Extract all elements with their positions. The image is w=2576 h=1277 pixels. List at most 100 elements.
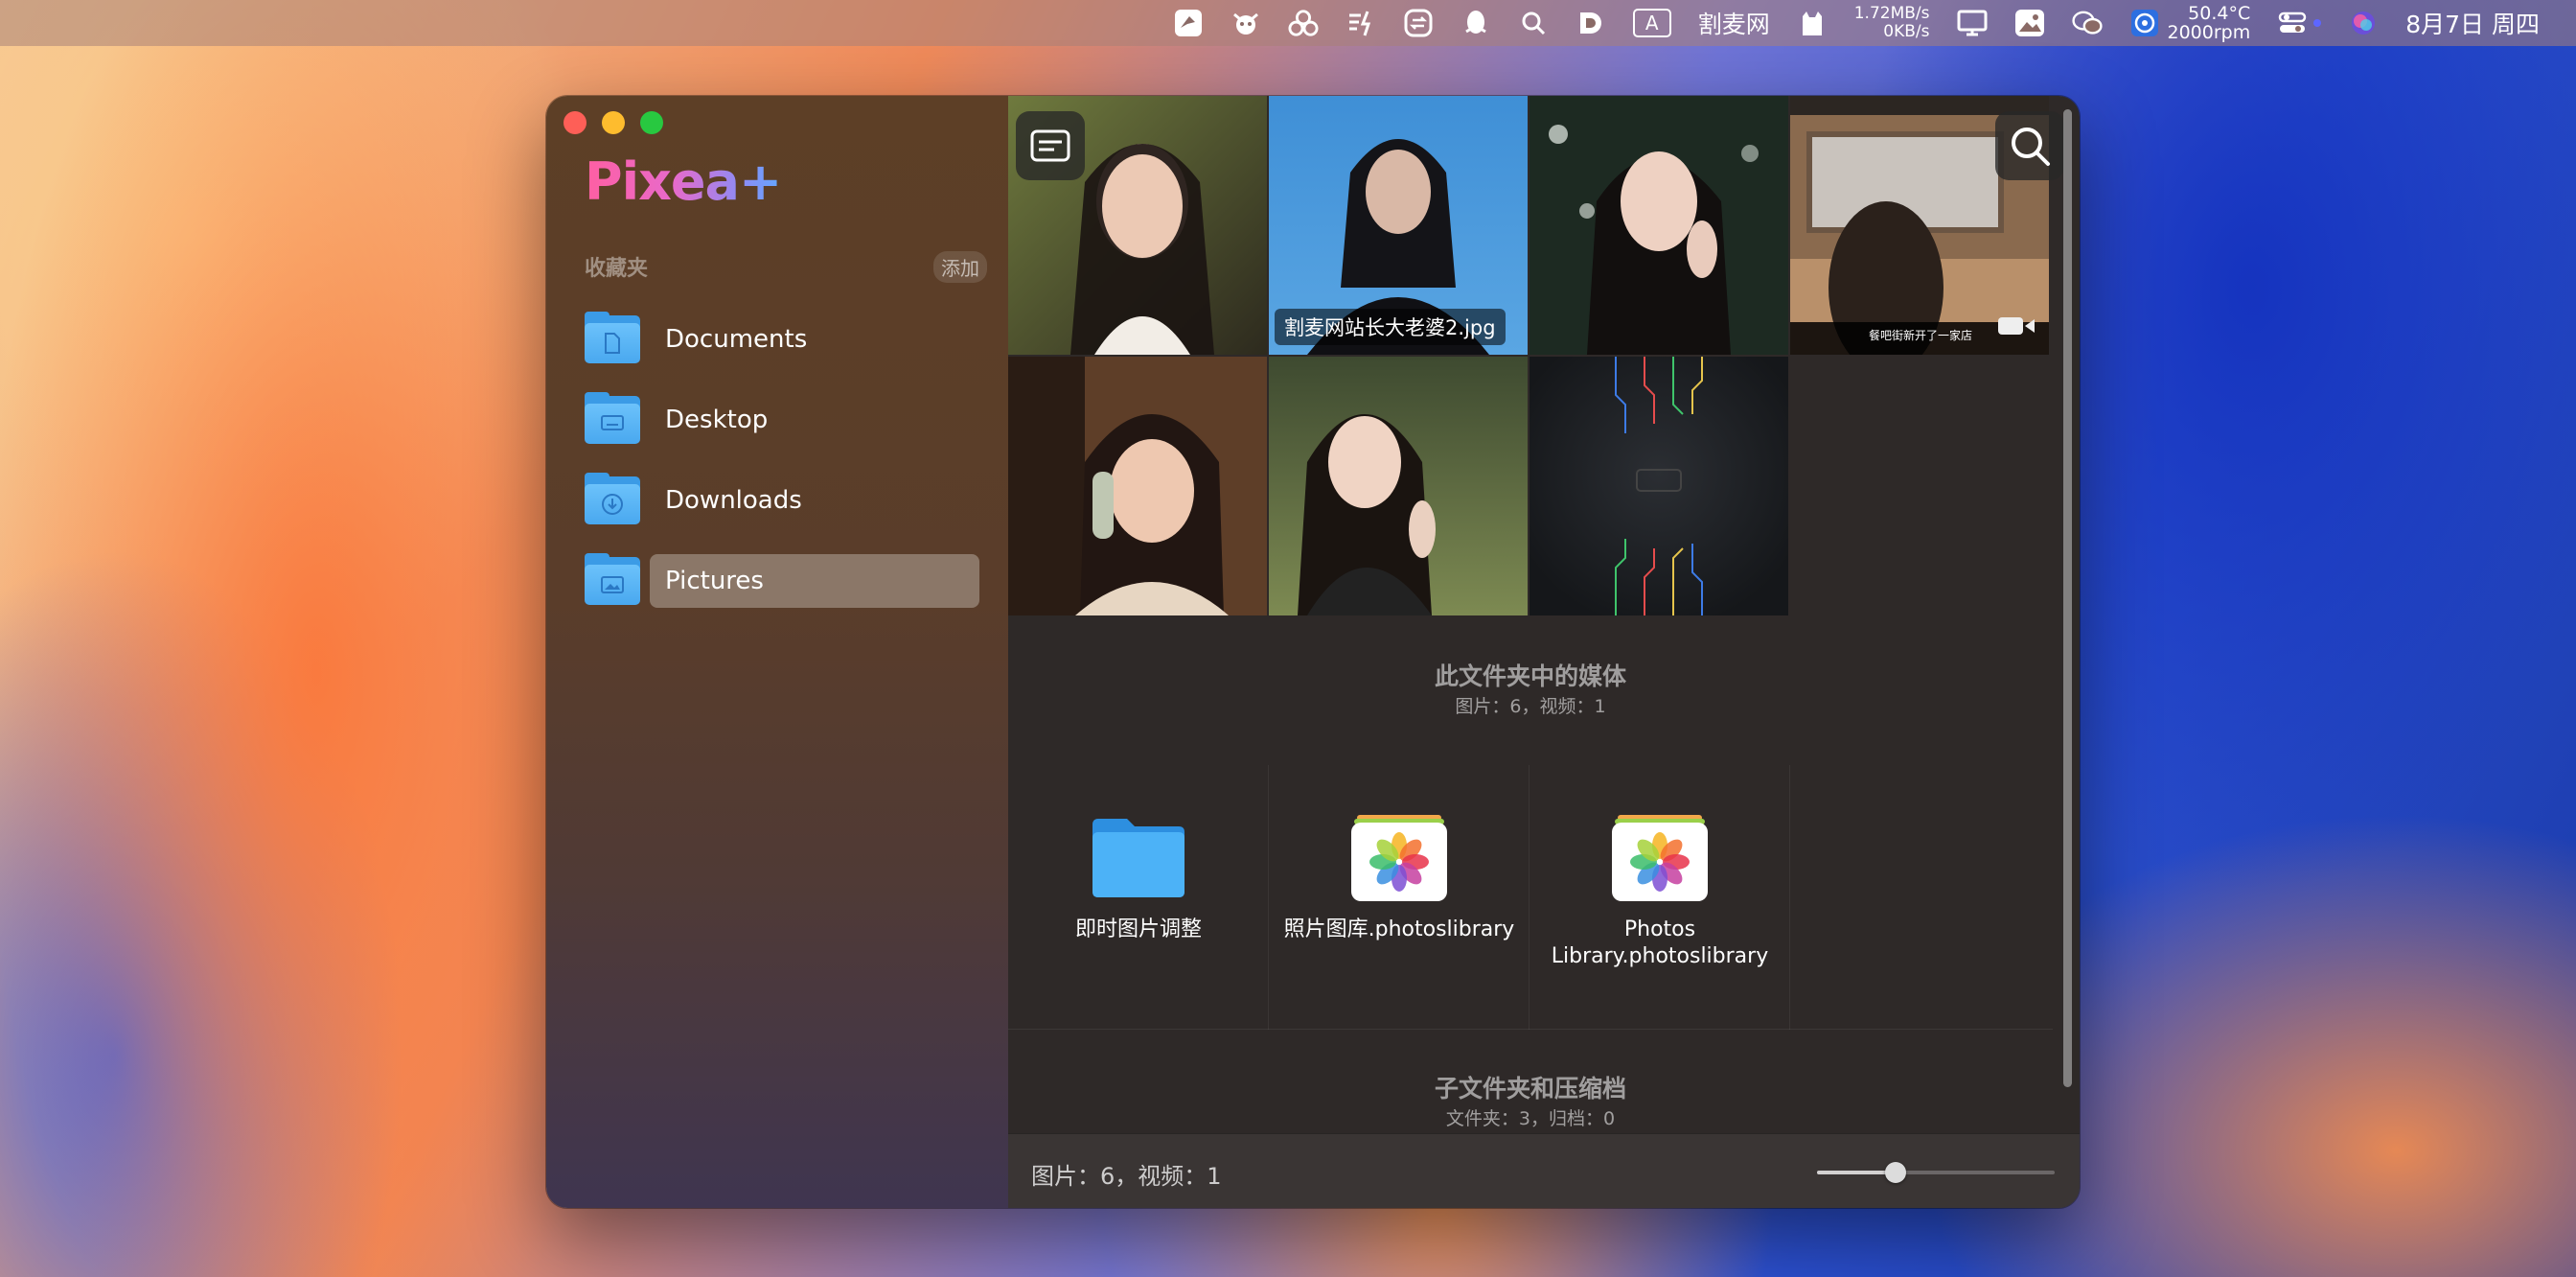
menubar-network-speed[interactable]: 1.72MB/s 0KB/s bbox=[1841, 0, 1944, 46]
menubar-app-icon-7[interactable] bbox=[1562, 0, 1620, 46]
menubar-clock[interactable]: 8月7日 周四 bbox=[2392, 0, 2553, 46]
folder-icon bbox=[585, 553, 640, 605]
folder-icon bbox=[585, 473, 640, 524]
net-up: 1.72MB/s bbox=[1853, 4, 1930, 23]
subfolder-name: 即时图片调整 bbox=[1074, 917, 1202, 941]
zoom-button[interactable] bbox=[640, 111, 663, 134]
menubar-app-icon-6[interactable] bbox=[1447, 0, 1505, 46]
system-stats: 50.4°C 2000rpm bbox=[2168, 4, 2251, 42]
photo-thumbnail bbox=[1530, 357, 1788, 615]
media-thumbnail[interactable] bbox=[1530, 96, 1788, 355]
menubar-app-icon-1[interactable] bbox=[1160, 0, 1217, 46]
sidebar-item-pictures[interactable]: Pictures bbox=[585, 541, 997, 621]
photo-thumbnail bbox=[1008, 357, 1267, 615]
download-icon bbox=[585, 486, 640, 522]
media-thumbnail[interactable] bbox=[1008, 357, 1267, 615]
sidebar-item-label: Downloads bbox=[665, 486, 802, 515]
sidebar-item-label: Desktop bbox=[665, 406, 769, 434]
bird-icon bbox=[1173, 8, 1204, 38]
monitor-icon bbox=[1957, 8, 1988, 38]
subfolder-tile[interactable]: 照片图库.photoslibrary bbox=[1269, 765, 1530, 1030]
favorites-header: 收藏夹 添加 bbox=[585, 250, 987, 283]
photo-icon bbox=[2014, 8, 2045, 38]
subfolder-section-title: 子文件夹和压缩档 bbox=[1434, 1075, 1626, 1103]
video-subtitle: 餐吧街新开了一家店 bbox=[1868, 329, 1972, 342]
control-center-icon bbox=[2277, 8, 2308, 38]
site-label: 割麦网 bbox=[1697, 11, 1770, 38]
rings-icon bbox=[1288, 8, 1319, 38]
input-method-icon: A bbox=[1632, 9, 1671, 37]
menubar-search[interactable] bbox=[1505, 0, 1562, 46]
sidebar-item-label: Pictures bbox=[650, 554, 979, 608]
info-panel-icon bbox=[1030, 129, 1070, 162]
subfolder-tile[interactable]: 即时图片调整 bbox=[1008, 765, 1269, 1030]
close-button[interactable] bbox=[564, 111, 586, 134]
menubar-cat-icon-item[interactable] bbox=[1783, 0, 1841, 46]
menubar-app-icon-3[interactable] bbox=[1275, 0, 1332, 46]
fan-speed: 2000rpm bbox=[2167, 22, 2251, 43]
search-icon bbox=[1518, 8, 1549, 38]
zoom-slider-knob[interactable] bbox=[1884, 1162, 1906, 1183]
picture-icon bbox=[585, 567, 640, 603]
info-panel-button[interactable] bbox=[1016, 111, 1085, 180]
photos-library-icon bbox=[1612, 815, 1708, 901]
zoom-slider-fill bbox=[1817, 1171, 1896, 1174]
sidebar-item-label: Documents bbox=[665, 325, 808, 354]
media-section-title: 此文件夹中的媒体 bbox=[1434, 662, 1626, 690]
minimize-button[interactable] bbox=[602, 111, 625, 134]
pixea-window: Pixea+ 收藏夹 添加 Documents Desktop Download… bbox=[546, 96, 2080, 1208]
status-bar: 图片：6，视频：1 bbox=[1008, 1133, 2080, 1208]
d-shape-icon bbox=[1576, 8, 1606, 38]
status-text: 图片：6，视频：1 bbox=[1031, 1163, 1222, 1190]
document-icon bbox=[585, 325, 640, 361]
desktop-icon bbox=[585, 406, 640, 442]
folder-icon bbox=[1091, 815, 1186, 901]
menubar-system-stats[interactable]: 50.4°C 2000rpm bbox=[2116, 0, 2265, 46]
menubar-wechat[interactable] bbox=[2058, 0, 2116, 46]
media-thumbnail[interactable] bbox=[1530, 357, 1788, 615]
app-logo: Pixea+ bbox=[585, 151, 782, 212]
photos-library-icon bbox=[1351, 815, 1447, 901]
sidebar-item-downloads[interactable]: Downloads bbox=[585, 460, 997, 541]
menubar-site-label[interactable]: 割麦网 bbox=[1685, 0, 1783, 46]
add-favorite-button[interactable]: 添加 bbox=[933, 250, 987, 283]
net-down: 0KB/s bbox=[1883, 22, 1930, 41]
menubar-app-icon-2[interactable] bbox=[1217, 0, 1275, 46]
menubar-control-center[interactable] bbox=[2264, 0, 2334, 46]
zoom-slider[interactable] bbox=[1817, 1162, 2055, 1183]
sync-icon bbox=[1403, 8, 1434, 38]
scrollbar-thumb[interactable] bbox=[2063, 109, 2072, 1087]
subfolder-tile[interactable]: Photos Library.photoslibrary bbox=[1530, 765, 1790, 1030]
network-speed: 1.72MB/s 0KB/s bbox=[1854, 5, 1930, 41]
subfolder-tiles: 即时图片调整 照片图库.photoslibrary Photos Library… bbox=[1008, 765, 2053, 1030]
qq-penguin-icon bbox=[1460, 8, 1491, 38]
menubar-input-method[interactable]: A bbox=[1620, 0, 1685, 46]
photo-thumbnail bbox=[1530, 96, 1788, 355]
sidebar-item-desktop[interactable]: Desktop bbox=[585, 380, 997, 460]
menubar-display[interactable] bbox=[1944, 0, 2001, 46]
cpu-temp: 50.4°C bbox=[2188, 3, 2251, 24]
cat-icon bbox=[1797, 8, 1828, 38]
folder-icon bbox=[585, 312, 640, 363]
favorites-list: Documents Desktop Downloads Pictures bbox=[585, 299, 997, 621]
sidebar-item-documents[interactable]: Documents bbox=[585, 299, 997, 380]
menubar-app-icon-4[interactable] bbox=[1332, 0, 1390, 46]
menubar-app-icon-5[interactable] bbox=[1390, 0, 1447, 46]
menubar-siri[interactable] bbox=[2334, 0, 2392, 46]
siri-icon bbox=[2348, 8, 2379, 38]
search-icon bbox=[2012, 128, 2050, 166]
media-thumbnail[interactable]: 割麦网站长大老婆2.jpg bbox=[1269, 96, 1528, 355]
list-bolt-icon bbox=[1346, 8, 1376, 38]
subfolder-section-summary: 文件夹：3，归档：0 bbox=[1445, 1108, 1616, 1129]
content-area: 割麦网站长大老婆2.jpg 餐吧街新开了一家店 此文件夹中的媒体 图片：6，视频… bbox=[1008, 96, 2080, 1208]
subfolder-name: 照片图库.photoslibrary bbox=[1283, 917, 1515, 941]
thumbnail-caption: 割麦网站长大老婆2.jpg bbox=[1275, 309, 1506, 345]
media-thumbnail[interactable] bbox=[1269, 357, 1528, 615]
menubar-photo[interactable] bbox=[2001, 0, 2058, 46]
wechat-icon bbox=[2071, 8, 2103, 38]
vertical-scrollbar[interactable] bbox=[2055, 96, 2080, 1133]
sidebar: Pixea+ 收藏夹 添加 Documents Desktop Download… bbox=[546, 96, 1008, 1208]
subfolder-name: Photos Library.photoslibrary bbox=[1551, 917, 1769, 968]
favorites-title: 收藏夹 bbox=[585, 257, 649, 281]
video-camera-icon bbox=[1997, 314, 2036, 341]
